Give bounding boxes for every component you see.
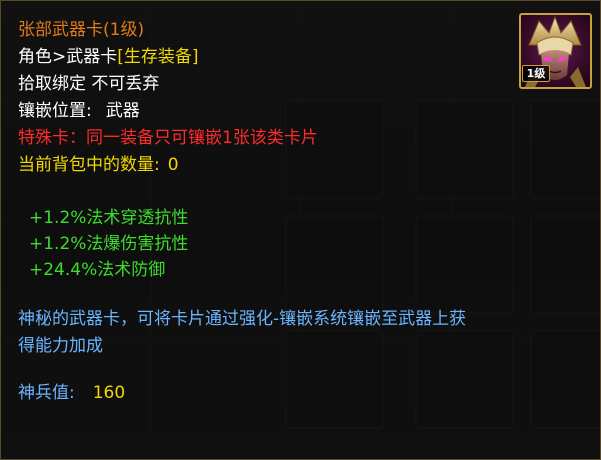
description-line: 神秘的武器卡，可将卡片通过强化-镶嵌系统镶嵌至武器上获: [18, 309, 467, 329]
bag-count-label: 当前背包中的数量:: [18, 155, 160, 175]
stat-line: +1.2%法术穿透抗性: [29, 208, 189, 228]
slot-value: 武器: [105, 101, 140, 121]
slot-info: 镶嵌位置: 武器: [18, 96, 140, 121]
binding-info: 拾取绑定 不可丢弃: [18, 74, 160, 94]
bag-count: 当前背包中的数量: 0: [18, 150, 179, 175]
stat-line: +24.4%法术防御: [29, 260, 166, 280]
item-type-tag: [生存装备]: [117, 47, 199, 67]
bag-count-value: 0: [167, 155, 179, 175]
slot-label: 镶嵌位置:: [18, 101, 92, 121]
item-title: 张部武器卡(1级): [18, 20, 145, 40]
item-type-line: 角色>武器卡[生存装备]: [18, 42, 199, 67]
divine-value-label: 神兵值:: [18, 383, 75, 403]
item-type: 角色>武器卡: [18, 47, 118, 67]
description-line: 得能力加成: [18, 336, 103, 356]
item-tooltip: 张部武器卡(1级) 角色>武器卡[生存装备] 拾取绑定 不可丢弃 镶嵌位置: 武器…: [0, 0, 601, 460]
divine-value-line: 神兵值: 160: [18, 378, 125, 403]
divine-value: 160: [92, 383, 126, 403]
stat-line: +1.2%法爆伤害抗性: [29, 234, 189, 254]
special-note: 特殊卡：同一装备只可镶嵌1张该类卡片: [18, 128, 318, 148]
level-badge: 1级: [522, 65, 550, 82]
